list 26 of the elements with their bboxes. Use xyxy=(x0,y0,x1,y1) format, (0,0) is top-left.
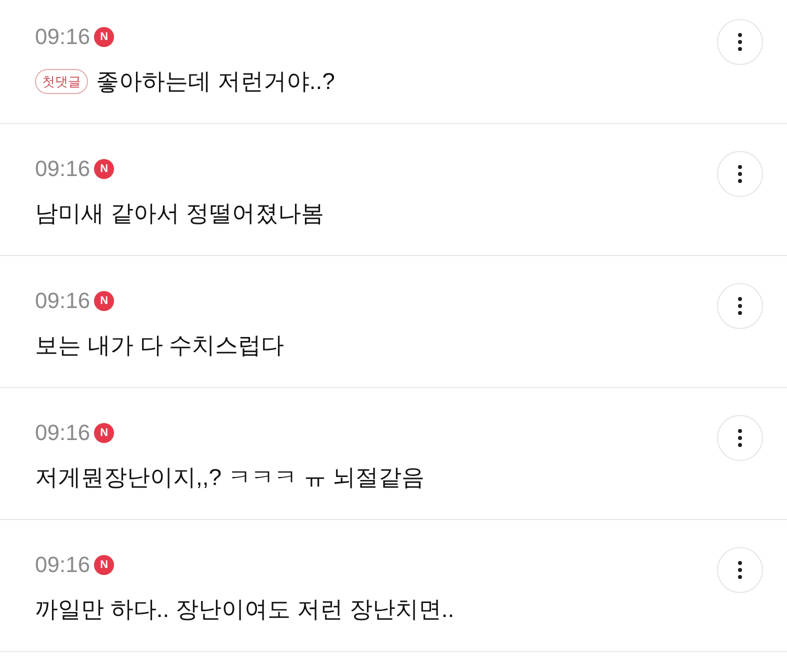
new-badge: N xyxy=(94,555,114,575)
comment-text: 남미새 같아서 정떨어졌나봄 xyxy=(35,199,324,228)
comment-text: 까일만 하다.. 장난이여도 저런 장난치면.. xyxy=(35,595,454,624)
new-badge: N xyxy=(94,291,114,311)
more-options-icon xyxy=(738,297,742,315)
comment-time: 09:16 xyxy=(35,23,90,51)
comment-time: 09:16 xyxy=(35,287,90,315)
more-options-icon xyxy=(738,33,742,51)
more-button[interactable] xyxy=(717,151,763,197)
comment-text: 저게뭔장난이지,,? ㅋㅋㅋ ㅠ 뇌절같음 xyxy=(35,463,425,492)
comment-time: 09:16 xyxy=(35,551,90,579)
more-button[interactable] xyxy=(717,19,763,65)
more-options-icon xyxy=(738,429,742,447)
more-options-icon xyxy=(738,165,742,183)
comment-time: 09:16 xyxy=(35,155,90,183)
new-badge: N xyxy=(94,423,114,443)
comment-text: 보는 내가 다 수치스럽다 xyxy=(35,331,284,360)
more-button[interactable] xyxy=(717,283,763,329)
comment-text: 좋아하는데 저런거야..? xyxy=(96,67,335,96)
more-button[interactable] xyxy=(717,415,763,461)
new-badge: N xyxy=(94,27,114,47)
first-comment-tag: 첫댓글 xyxy=(35,68,88,94)
comment-time: 09:16 xyxy=(35,419,90,447)
new-badge: N xyxy=(94,159,114,179)
more-options-icon xyxy=(738,561,742,579)
more-button[interactable] xyxy=(717,547,763,593)
